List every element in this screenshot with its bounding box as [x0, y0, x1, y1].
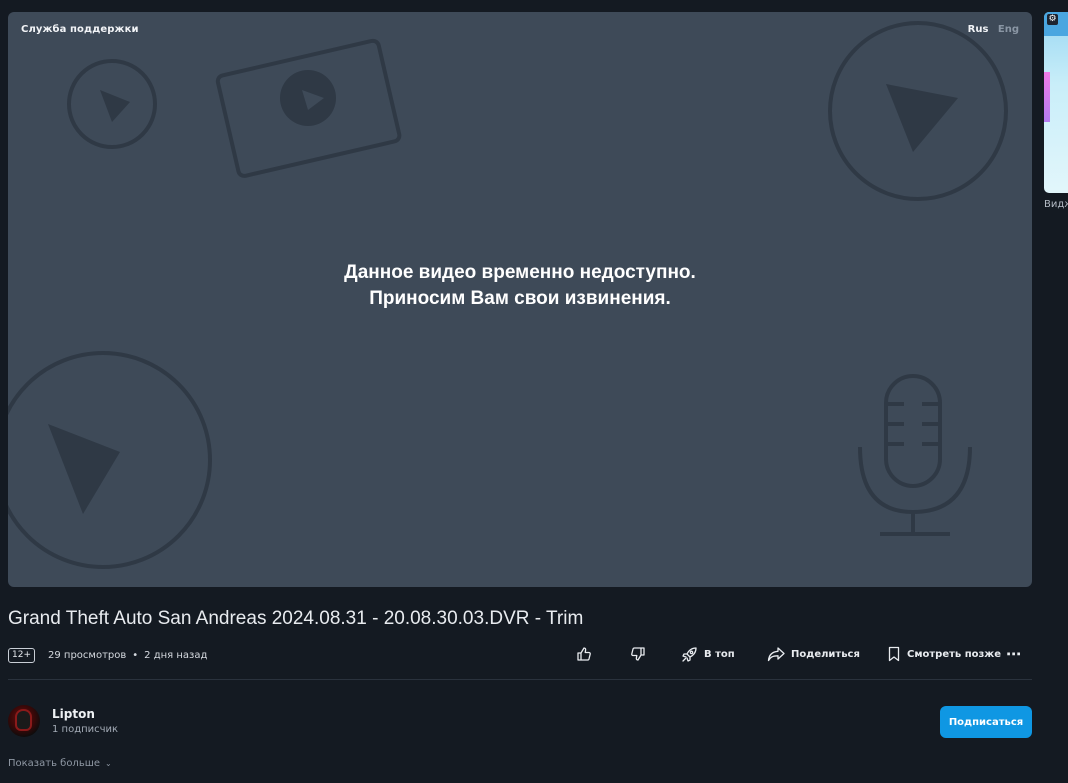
- more-dots-icon: ⋯: [1006, 645, 1021, 663]
- watch-later-button[interactable]: Смотреть позже: [887, 643, 1001, 665]
- thumbs-down-icon: [631, 647, 645, 661]
- upload-date: 2 дня назад: [144, 649, 208, 661]
- avatar-figure: [17, 711, 30, 729]
- video-page: Служба поддержки Rus Eng Данное видео вр…: [0, 0, 1068, 783]
- view-count: 29 просмотров: [48, 649, 127, 661]
- rocket-icon: [682, 646, 697, 662]
- video-player[interactable]: Служба поддержки Rus Eng Данное видео вр…: [8, 12, 1032, 587]
- video-meta: 12+ 29 просмотров • 2 дня назад: [8, 645, 207, 665]
- dislike-button[interactable]: [630, 643, 646, 665]
- thumbs-up-icon: [577, 647, 591, 661]
- show-more-label: Показать больше: [8, 758, 101, 769]
- video-title: Grand Theft Auto San Andreas 2024.08.31 …: [8, 608, 584, 629]
- bookmark-icon: [888, 646, 900, 662]
- thumbnail-accent: [1044, 72, 1050, 122]
- support-link[interactable]: Служба поддержки: [21, 24, 139, 35]
- subscribe-button[interactable]: Подписаться: [940, 706, 1032, 738]
- section-divider: [8, 679, 1032, 680]
- lang-rus[interactable]: Rus: [968, 24, 989, 35]
- side-video-thumbnail[interactable]: ⚙: [1044, 12, 1068, 193]
- chevron-down-icon: ⌄: [105, 759, 112, 768]
- language-switch: Rus Eng: [968, 24, 1019, 35]
- watch-later-label: Смотреть позже: [907, 648, 1002, 660]
- avatar[interactable]: [8, 705, 40, 737]
- share-button[interactable]: Поделиться: [767, 643, 860, 665]
- to-top-button[interactable]: В топ: [681, 643, 735, 665]
- lang-eng[interactable]: Eng: [998, 24, 1019, 35]
- to-top-label: В топ: [704, 648, 735, 660]
- subscriber-count: 1 подписчик: [52, 724, 119, 735]
- meta-separator: •: [132, 649, 139, 661]
- share-label: Поделиться: [791, 648, 860, 660]
- more-options-button[interactable]: ⋯: [1006, 643, 1021, 665]
- age-rating-badge: 12+: [8, 647, 35, 663]
- side-video-label[interactable]: Видж: [1044, 199, 1068, 210]
- gear-icon: ⚙: [1047, 14, 1058, 25]
- video-unavailable-message: Данное видео временно недоступно. Принос…: [344, 262, 696, 309]
- channel-name[interactable]: Lipton: [52, 707, 95, 721]
- share-arrow-icon: [767, 647, 785, 662]
- show-more-link[interactable]: Показать больше ⌄: [8, 758, 112, 769]
- like-button[interactable]: [576, 643, 592, 665]
